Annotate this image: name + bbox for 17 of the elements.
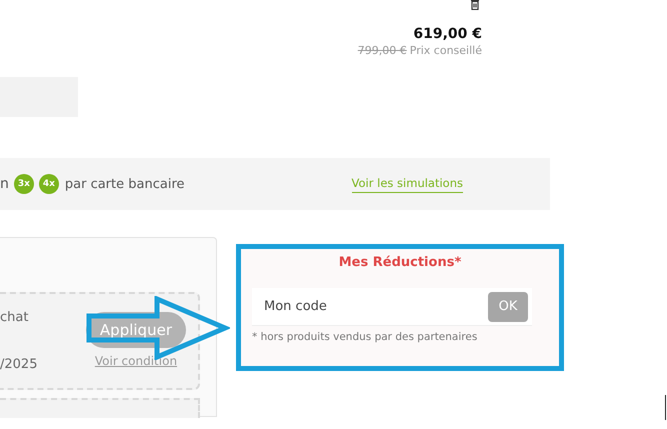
condition-link[interactable]: Voir condition <box>94 354 178 368</box>
price: 619,00 € <box>413 26 482 42</box>
price-label: Prix conseillé <box>410 44 482 57</box>
coupon-date: /2025 <box>0 357 38 372</box>
installment-badge: 3x <box>14 174 34 194</box>
code-field[interactable]: Mon code OK <box>252 288 532 326</box>
promo-title: Mes Réductions* <box>338 255 462 270</box>
payment-text: n <box>0 176 9 192</box>
payment-text: par carte bancaire <box>64 176 184 192</box>
simulations-link[interactable]: Voir les simulations <box>352 176 463 192</box>
coupon-text: chat <box>0 310 30 325</box>
installment-badge: 4x <box>38 174 59 194</box>
old-price: 799,00 € <box>358 44 407 57</box>
ok-button[interactable]: OK <box>488 292 528 322</box>
promo-note: * hors produits vendus par des partenaires <box>252 331 478 343</box>
cursor-line <box>665 395 666 420</box>
trash-icon[interactable] <box>470 0 480 10</box>
